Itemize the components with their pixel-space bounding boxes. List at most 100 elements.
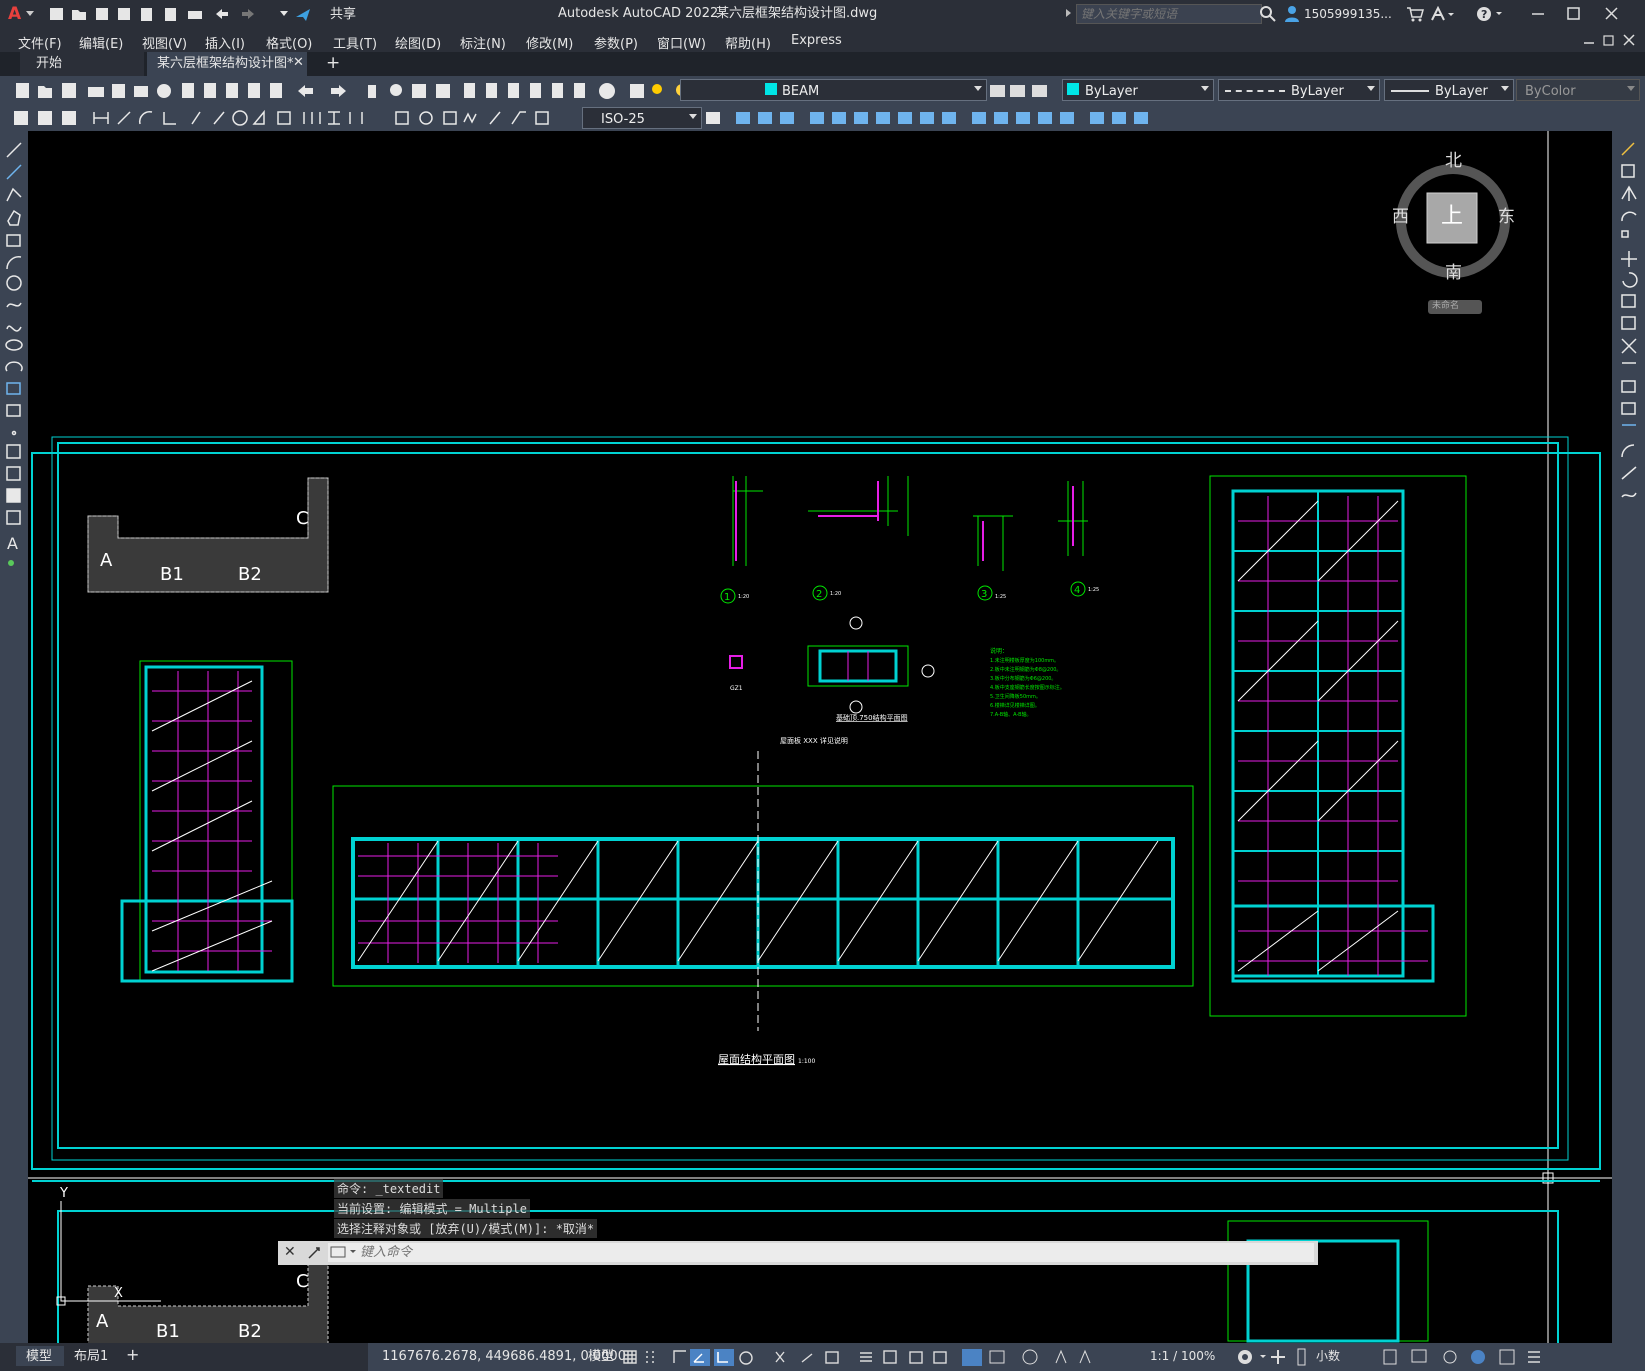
dimstyle-dropdown-chevron-icon (689, 114, 697, 119)
app-logo[interactable]: A (8, 6, 21, 23)
share-button[interactable]: 共享 (330, 8, 356, 21)
menu-dimension[interactable]: 标注(N) (460, 33, 506, 52)
tb-calc-icon (574, 83, 585, 98)
main-plan-title: 屋面结构平面图 (718, 1052, 795, 1066)
help-icon[interactable]: ? (1476, 6, 1506, 22)
tab-model[interactable]: 模型 (16, 1346, 64, 1366)
tb-plot-icon (88, 87, 104, 97)
layer-match-icon (1032, 85, 1047, 97)
document-title: 某六层框架结构设计图.dwg (716, 6, 878, 21)
app-title: Autodesk AutoCAD 2022 (558, 6, 719, 21)
menu-format[interactable]: 格式(O) (266, 33, 312, 52)
mirror-icon (780, 112, 794, 124)
viewcube-north[interactable]: 北 (1445, 153, 1462, 170)
menu-help[interactable]: 帮助(H) (725, 33, 771, 52)
revcloud-icon (6, 302, 22, 308)
menu-draw[interactable]: 绘图(D) (395, 33, 441, 52)
main-plan-scale: 1:100 (798, 1058, 815, 1065)
menu-express[interactable]: Express (791, 33, 842, 48)
dimstyle-dropdown[interactable]: ISO-25 (582, 107, 702, 129)
viewcube[interactable]: 北 南 东 西 上 未命名 (1368, 143, 1568, 314)
new-tab-button[interactable]: + (326, 55, 340, 72)
section-3-label: 3 (981, 589, 987, 600)
color-dropdown[interactable]: ByLayer (1062, 79, 1214, 101)
menu-window[interactable]: 窗口(W) (657, 33, 706, 52)
menu-view[interactable]: 视图(V) (142, 33, 187, 52)
dynamic-input-toggle (690, 1349, 710, 1366)
tb-markup-icon (552, 83, 563, 98)
color-value: ByLayer (1085, 84, 1138, 99)
open-web-icon (141, 8, 152, 21)
key2-label-b1: B1 (156, 1321, 180, 1342)
window-controls (1532, 7, 1618, 20)
main-plan-note: 屋面板 XXX 详见说明 (780, 736, 848, 745)
region-icon (6, 488, 21, 503)
autodesk-a360-icon[interactable] (1430, 6, 1456, 22)
extend-icon (972, 112, 986, 124)
dim-quick-icon (277, 111, 291, 125)
search-icon[interactable] (1260, 6, 1276, 22)
tb-pan-icon (368, 85, 376, 98)
dim-jogged-icon (213, 111, 225, 125)
add-selected-icon (8, 560, 14, 566)
save-as-icon (118, 8, 130, 20)
polyline-icon (6, 187, 22, 202)
offset-icon (810, 112, 824, 124)
lineweight-dropdown[interactable]: ByLayer (1384, 79, 1514, 101)
key2-label-a: A (96, 1311, 109, 1332)
viewcube-west[interactable]: 西 (1392, 209, 1409, 226)
drawing-canvas[interactable]: A B1 B2 C 屋面结构平面图 1:100 屋面板 XXX 详见说明 1 2… (28, 131, 1612, 1343)
tb-block-icon (270, 83, 282, 98)
annotation-monitor-icon[interactable] (1268, 1348, 1288, 1366)
app-menu-chevron-icon[interactable] (26, 11, 34, 16)
annotation-scale[interactable]: 1:1 / 100% (1150, 1350, 1215, 1362)
save-web-icon (165, 8, 176, 21)
tab-layout1[interactable]: 布局1 (74, 1350, 108, 1363)
menu-parametric[interactable]: 参数(P) (594, 33, 638, 52)
command-recent-icon[interactable] (330, 1245, 360, 1259)
main-plan-dim-box (332, 785, 1194, 987)
menu-modify[interactable]: 修改(M) (526, 33, 573, 52)
undo-icon (216, 9, 228, 19)
circle-icon (6, 275, 22, 291)
user-icon[interactable] (1284, 5, 1300, 23)
add-layout-button[interactable]: + (126, 1347, 139, 1363)
command-close-icon[interactable]: ✕ (284, 1245, 296, 1259)
tab-close-icon[interactable]: ✕ (293, 56, 304, 69)
tab-start[interactable]: 开始 (20, 52, 144, 76)
plotstyle-dropdown-chevron-icon (1627, 86, 1635, 91)
layer-name: BEAM (782, 84, 820, 99)
linetype-dropdown-chevron-icon (1367, 86, 1375, 91)
units-value[interactable]: 小数 (1316, 1350, 1340, 1362)
search-input[interactable] (1076, 4, 1262, 24)
model-space-toggle[interactable]: 模型 (588, 1350, 614, 1363)
viewcube-south[interactable]: 南 (1445, 265, 1462, 282)
menu-tools[interactable]: 工具(T) (333, 33, 377, 52)
draw-toolbar-icons: A (5, 142, 23, 566)
modify-toolbar (1612, 131, 1645, 1343)
linetype-dropdown[interactable]: ByLayer (1218, 79, 1380, 101)
iso-icon (775, 1351, 785, 1363)
key-label-b1: B1 (160, 564, 184, 585)
make-block-icon (6, 404, 21, 417)
command-customize-icon[interactable] (306, 1245, 322, 1261)
main-plan-rebar (358, 843, 558, 963)
search-expand-icon[interactable] (1066, 9, 1071, 17)
cart-icon[interactable] (1406, 6, 1424, 22)
splinedit-icon (1134, 112, 1148, 124)
scale-right-icon (1621, 294, 1636, 308)
lineweight-icon (860, 1352, 872, 1362)
menu-file[interactable]: 文件(F) (18, 33, 62, 52)
plotstyle-dropdown[interactable]: ByColor (1516, 79, 1640, 101)
menu-edit[interactable]: 编辑(E) (79, 33, 123, 52)
dim-edit-icon (489, 111, 501, 125)
wcs-menu[interactable]: 未命名 (1428, 300, 1482, 314)
viewcube-top-face[interactable]: 上 (1441, 206, 1463, 228)
menu-insert[interactable]: 插入(I) (205, 33, 245, 52)
command-input[interactable] (360, 1243, 1310, 1262)
layer-dropdown[interactable]: BEAM (680, 79, 987, 101)
user-name[interactable]: 1505999135... (1304, 8, 1392, 20)
tab-document[interactable]: 某六层框架结构设计图* ✕ (147, 52, 307, 76)
viewcube-east[interactable]: 东 (1498, 209, 1515, 226)
dimstyle-value: ISO-25 (601, 112, 645, 127)
